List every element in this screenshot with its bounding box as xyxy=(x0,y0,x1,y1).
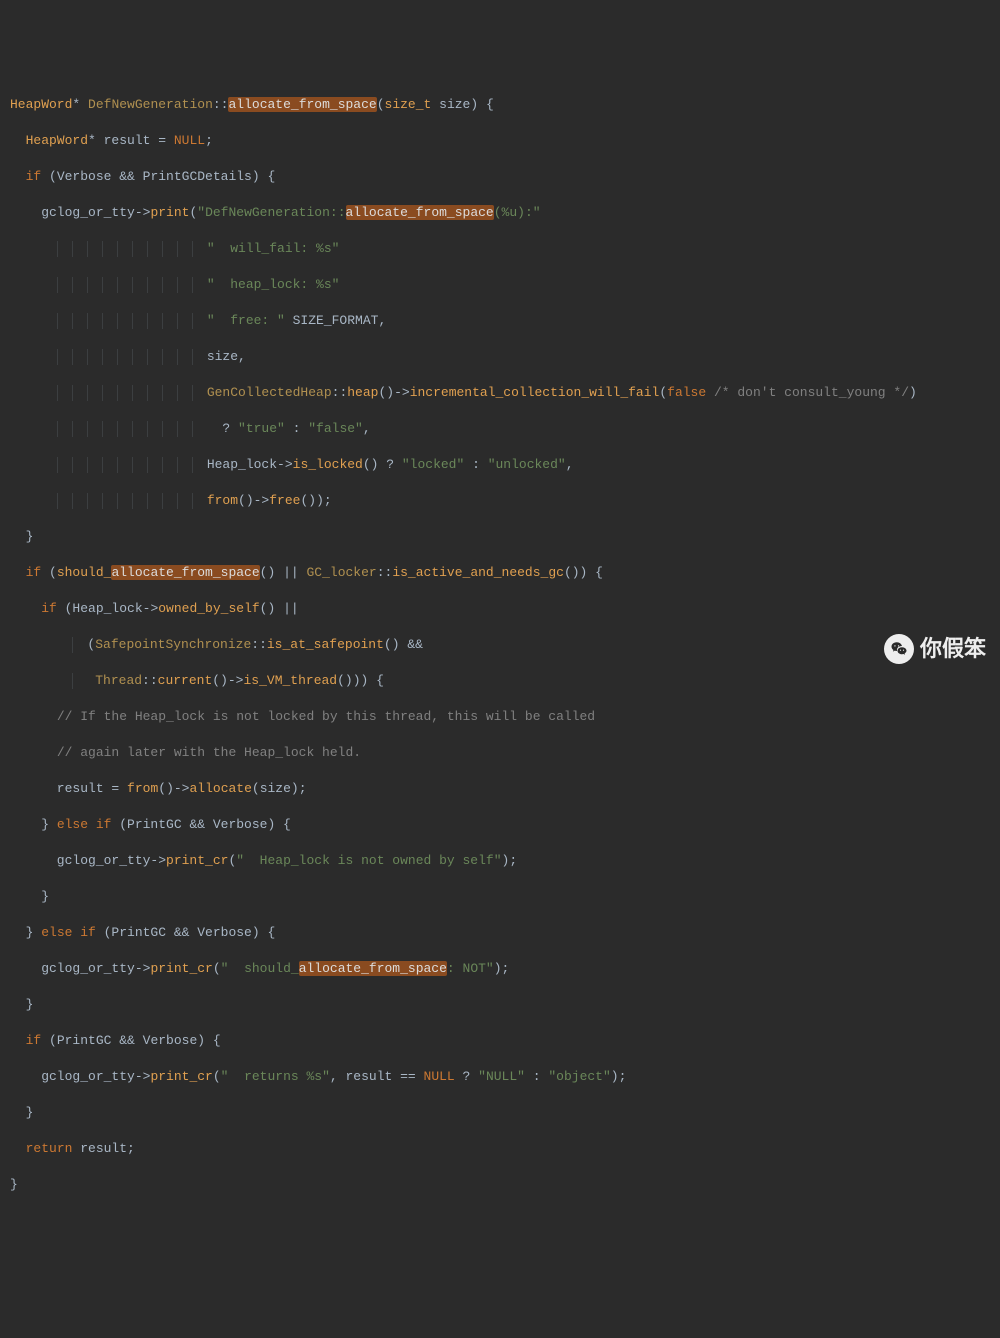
code-line: gclog_or_tty->print_cr(" Heap_lock is no… xyxy=(10,852,990,870)
code-line: // If the Heap_lock is not locked by thi… xyxy=(10,708,990,726)
code-line: result = from()->allocate(size); xyxy=(10,780,990,798)
code-block: HeapWord* DefNewGeneration::allocate_fro… xyxy=(10,78,990,1212)
code-line: } xyxy=(10,1104,990,1122)
code-line: ? "true" : "false", xyxy=(10,420,990,438)
code-line: } xyxy=(10,996,990,1014)
code-line: if (PrintGC && Verbose) { xyxy=(10,1032,990,1050)
code-line: return result; xyxy=(10,1140,990,1158)
code-line: HeapWord* DefNewGeneration::allocate_fro… xyxy=(10,96,990,114)
code-line: from()->free()); xyxy=(10,492,990,510)
code-line: Heap_lock->is_locked() ? "locked" : "unl… xyxy=(10,456,990,474)
code-line: " heap_lock: %s" xyxy=(10,276,990,294)
code-line: } xyxy=(10,1176,990,1194)
code-line: } xyxy=(10,888,990,906)
code-line: " will_fail: %s" xyxy=(10,240,990,258)
code-line: (SafepointSynchronize::is_at_safepoint()… xyxy=(10,636,990,654)
code-line: // again later with the Heap_lock held. xyxy=(10,744,990,762)
code-line: if (Verbose && PrintGCDetails) { xyxy=(10,168,990,186)
code-line: GenCollectedHeap::heap()->incremental_co… xyxy=(10,384,990,402)
code-line: " free: " SIZE_FORMAT, xyxy=(10,312,990,330)
code-line: if (Heap_lock->owned_by_self() || xyxy=(10,600,990,618)
code-line: gclog_or_tty->print_cr(" returns %s", re… xyxy=(10,1068,990,1086)
code-line: gclog_or_tty->print("DefNewGeneration::a… xyxy=(10,204,990,222)
code-line: } else if (PrintGC && Verbose) { xyxy=(10,924,990,942)
code-line: gclog_or_tty->print_cr(" should_allocate… xyxy=(10,960,990,978)
code-line: } else if (PrintGC && Verbose) { xyxy=(10,816,990,834)
code-line: } xyxy=(10,528,990,546)
code-line: size, xyxy=(10,348,990,366)
code-line: if (should_allocate_from_space() || GC_l… xyxy=(10,564,990,582)
code-line: HeapWord* result = NULL; xyxy=(10,132,990,150)
code-line: Thread::current()->is_VM_thread())) { xyxy=(10,672,990,690)
